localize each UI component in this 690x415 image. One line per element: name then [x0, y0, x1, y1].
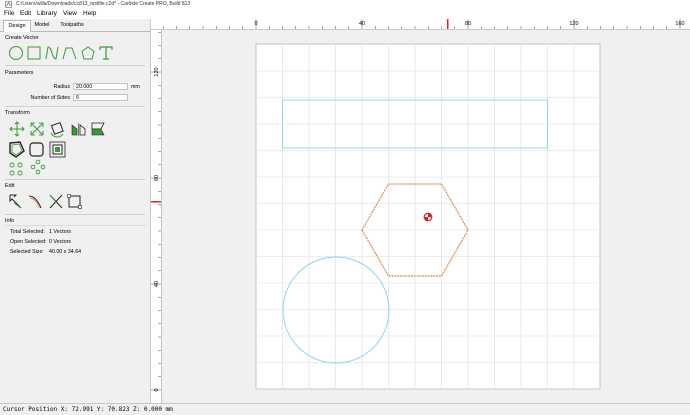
- circle-tool-icon[interactable]: [9, 46, 23, 60]
- menu-help[interactable]: Help: [83, 10, 96, 17]
- ruler-y-label: 40: [154, 281, 160, 287]
- sides-input[interactable]: 6: [73, 94, 128, 101]
- ruler-y-label: 0: [154, 388, 160, 391]
- selected-size-label: Selected Size:: [10, 249, 44, 255]
- ruler-y-label: 120: [154, 67, 160, 76]
- move-icon[interactable]: [9, 121, 25, 137]
- design-panel: Design Model Toolpaths Create Vector Par…: [0, 19, 151, 403]
- ruler-cursor-marker-y: [151, 201, 161, 203]
- ruler-x-label: 40: [359, 21, 365, 27]
- menu-library[interactable]: Library: [37, 10, 57, 17]
- ruler-x-label: 120: [569, 21, 578, 27]
- sides-label: Number of Sides: [30, 95, 70, 101]
- info-title: Info: [5, 218, 15, 224]
- parameters-title: Parameters: [5, 70, 34, 76]
- selection-center-marker[interactable]: [423, 212, 433, 222]
- align-icon[interactable]: [9, 162, 23, 176]
- boolean-icon[interactable]: [49, 141, 66, 158]
- fillet-icon[interactable]: [29, 142, 44, 157]
- cursor-position: Cursor Position X: 72.991 Y: 70.823 Z: 0…: [3, 406, 173, 413]
- transform-toolbar: [9, 121, 105, 176]
- app-icon: [5, 1, 12, 8]
- menu-edit[interactable]: Edit: [20, 10, 31, 17]
- trim-icon[interactable]: [28, 195, 42, 209]
- polyline-tool-icon[interactable]: [62, 47, 77, 60]
- edit-toolbar: [9, 194, 82, 209]
- curve-tool-icon[interactable]: [45, 46, 59, 60]
- mirror-icon[interactable]: [71, 123, 86, 136]
- edit-title: Edit: [5, 183, 15, 189]
- array-icon[interactable]: [30, 159, 46, 175]
- total-selected-label: Total Selected:: [10, 229, 45, 235]
- scale-icon[interactable]: [30, 122, 44, 136]
- design-canvas[interactable]: 0 40 80 120 160 120 80 40 0: [151, 19, 690, 403]
- offset-icon[interactable]: [9, 141, 25, 158]
- radius-label: Radius: [53, 84, 71, 90]
- polygon-tool-icon[interactable]: [81, 46, 95, 60]
- transform-title: Transform: [5, 110, 30, 116]
- open-selected-label: Open Selected:: [10, 239, 47, 245]
- tab-bar: Design Model Toolpaths: [0, 19, 150, 32]
- menu-view[interactable]: View: [63, 10, 77, 17]
- tab-model[interactable]: Model: [30, 20, 54, 31]
- status-bar: Cursor Position X: 72.991 Y: 70.823 Z: 0…: [0, 403, 690, 415]
- join-icon[interactable]: [67, 194, 82, 209]
- tab-toolpaths[interactable]: Toolpaths: [57, 20, 87, 31]
- node-edit-icon[interactable]: [9, 194, 22, 209]
- rectangle-tool-icon[interactable]: [27, 46, 41, 60]
- ruler-x-label: 160: [675, 21, 684, 27]
- separator: [5, 214, 145, 215]
- separator: [5, 65, 145, 66]
- menu-bar: File Edit Library View Help: [0, 9, 690, 19]
- open-selected-value: 0 Vectors: [49, 239, 72, 245]
- create-vector-toolbar: [9, 46, 113, 60]
- ruler-x-label: 80: [465, 21, 471, 27]
- selected-size-value: 40.00 x 34.64: [49, 249, 82, 255]
- top-ruler: [151, 19, 690, 29]
- window-title: C:/Users/willa/Downloads/cc813_testfile.…: [16, 1, 191, 7]
- ruler-cursor-marker-x: [447, 19, 449, 29]
- text-tool-icon[interactable]: [99, 46, 113, 60]
- design-canvas-area[interactable]: 0 40 80 120 160 120 80 40 0: [151, 19, 690, 403]
- rotate-icon[interactable]: [50, 121, 64, 138]
- total-selected-value: 1 Vectors: [49, 229, 72, 235]
- tab-design[interactable]: Design: [3, 20, 31, 32]
- separator: [5, 106, 145, 107]
- separator: [5, 179, 145, 180]
- title-bar: C:/Users/willa/Downloads/cc813_testfile.…: [0, 0, 690, 9]
- create-vector-title: Create Vector: [5, 35, 39, 41]
- ruler-x-label: 0: [254, 21, 257, 27]
- radius-unit: mm: [131, 84, 140, 90]
- menu-file[interactable]: File: [4, 10, 14, 17]
- ruler-y-label: 80: [154, 175, 160, 181]
- radius-input[interactable]: 20.000: [73, 83, 128, 90]
- cut-icon[interactable]: [49, 194, 63, 209]
- shear-icon[interactable]: [91, 122, 105, 136]
